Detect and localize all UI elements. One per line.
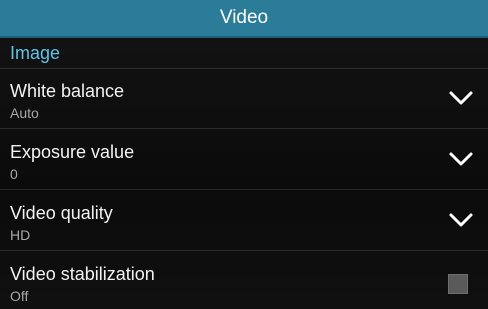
setting-label: White balance [10, 81, 125, 101]
setting-label: Exposure value [10, 142, 135, 162]
setting-video-stabilization[interactable]: Video stabilization Off [0, 252, 488, 309]
setting-value: HD [10, 227, 31, 243]
setting-value: Auto [10, 105, 39, 121]
title-bar: Video [0, 0, 488, 38]
section-label: Image [10, 42, 61, 63]
chevron-down-icon[interactable] [448, 150, 474, 168]
chevron-down-icon[interactable] [448, 89, 474, 107]
setting-label: Video stabilization [10, 264, 155, 284]
page-title: Video [219, 7, 269, 28]
video-settings-screen: Video Image White balance Auto Exposure … [0, 0, 488, 309]
setting-exposure-value[interactable]: Exposure value 0 [0, 130, 488, 190]
setting-video-quality[interactable]: Video quality HD [0, 191, 488, 251]
video-stabilization-checkbox[interactable] [448, 274, 468, 294]
setting-white-balance[interactable]: White balance Auto [0, 69, 488, 129]
section-header-image: Image [0, 38, 488, 69]
setting-value: Off [10, 288, 29, 304]
setting-value: 0 [10, 166, 18, 182]
chevron-down-icon[interactable] [448, 211, 474, 229]
setting-label: Video quality [10, 203, 113, 223]
